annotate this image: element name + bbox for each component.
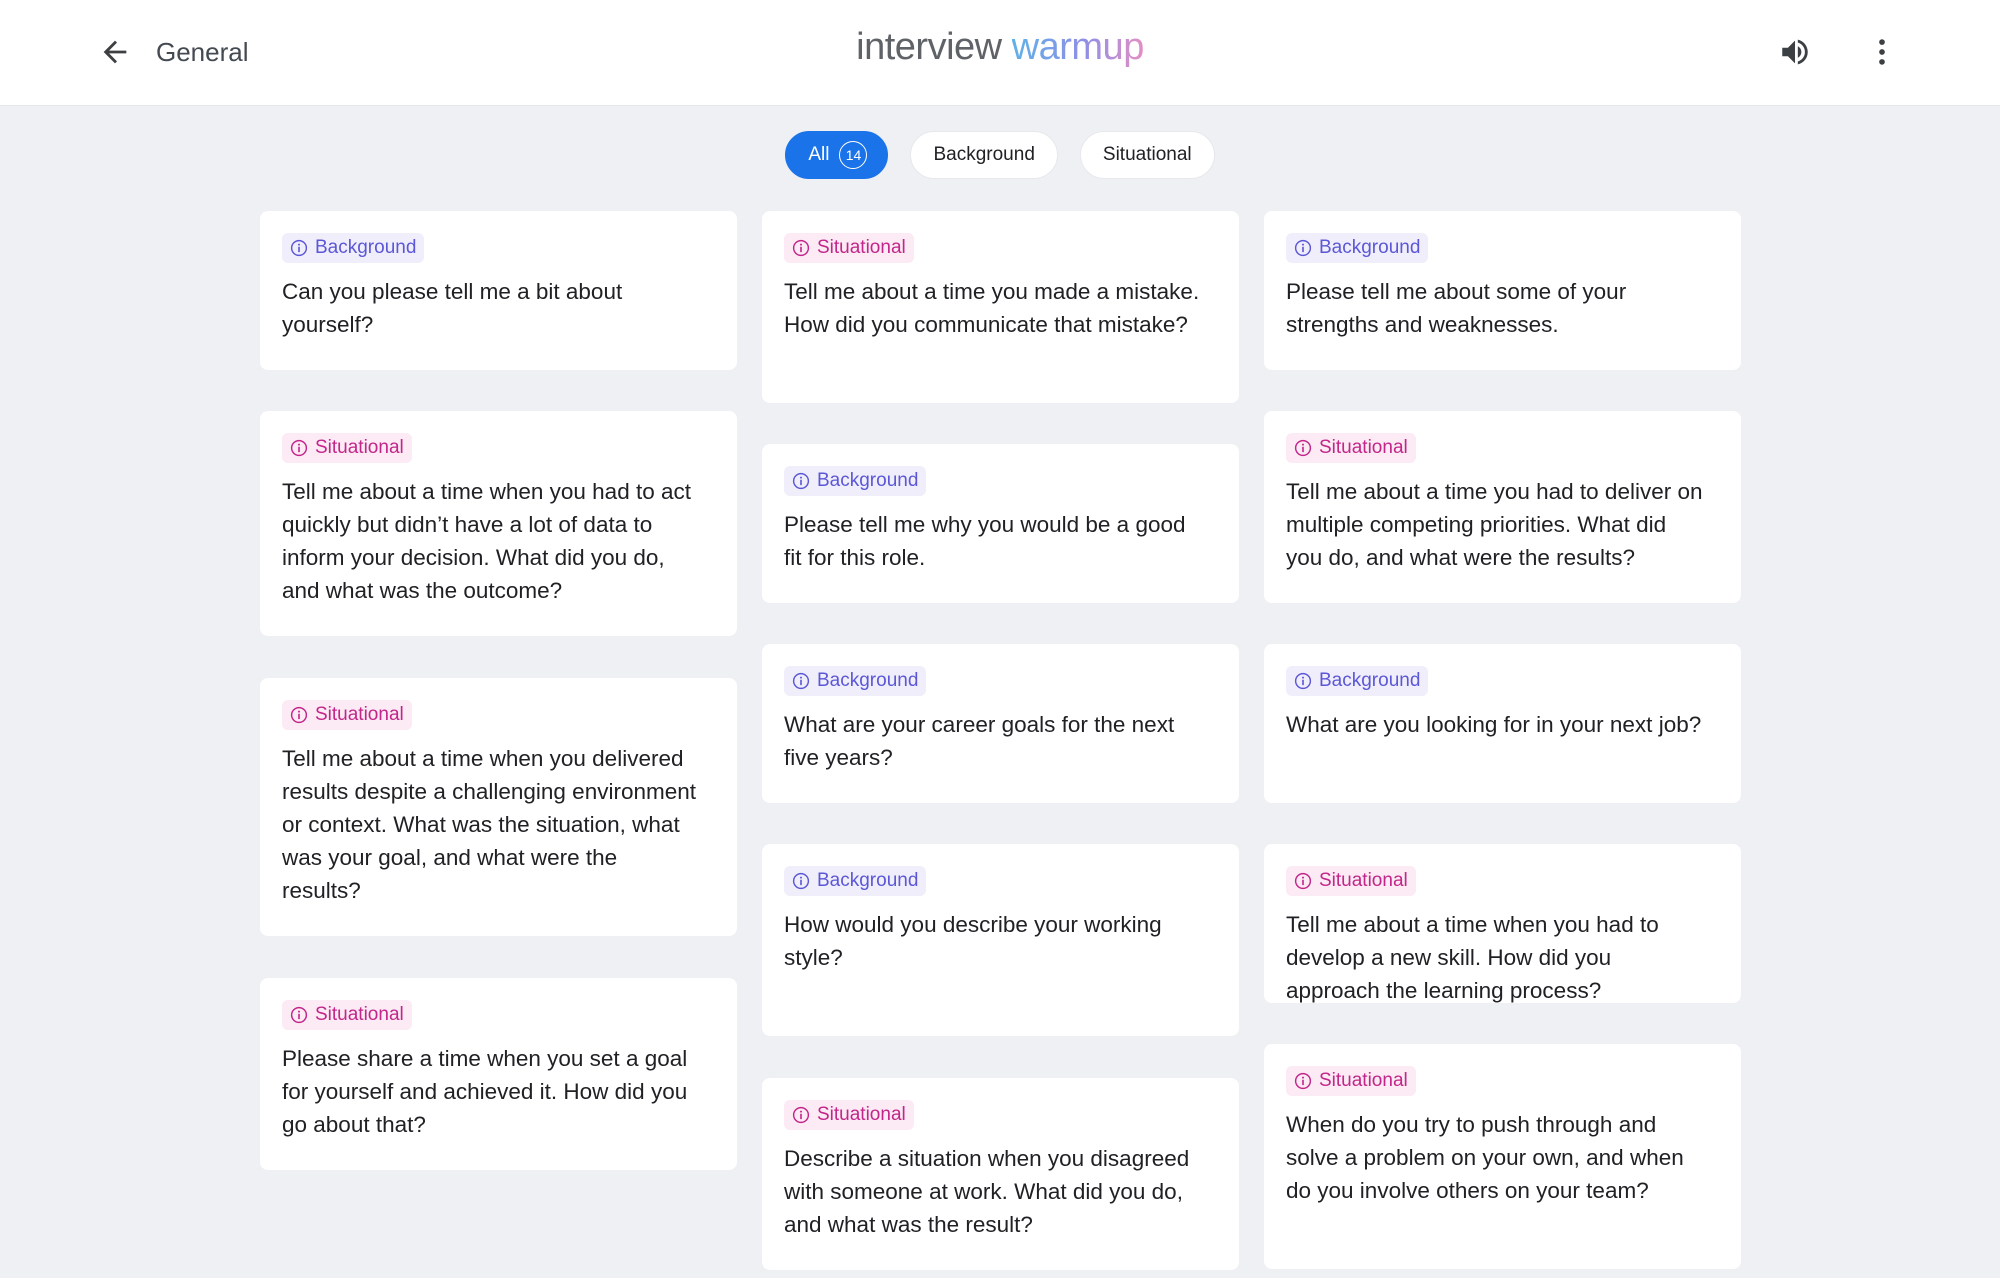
info-icon [792, 672, 810, 690]
question-text: How would you describe your working styl… [784, 912, 1162, 970]
situational-tag: Situational [282, 700, 412, 730]
question-text: Tell me about a time when you had to act… [282, 479, 691, 603]
info-icon [792, 239, 810, 257]
tag-label: Background [817, 670, 919, 691]
question-text: What are your career goals for the next … [784, 712, 1175, 770]
filter-background-chip[interactable]: Background [910, 131, 1058, 179]
question-card[interactable]: Background What are you looking for in yo… [1264, 644, 1741, 803]
tag-label: Situational [1319, 1070, 1408, 1091]
logo-word-interview: interview [856, 26, 1002, 68]
info-icon [1294, 872, 1312, 890]
app-logo: interview warmup [0, 26, 2000, 69]
background-tag: Background [784, 866, 927, 896]
logo-word-warmup: warmup [1011, 26, 1145, 68]
question-card[interactable]: Situational Tell me about a time when you… [260, 411, 737, 636]
question-card[interactable]: Situational Tell me about a time when you… [260, 678, 737, 936]
question-card[interactable]: Situational Describe a situation when you… [762, 1078, 1239, 1270]
info-icon [1294, 1072, 1312, 1090]
background-tag: Background [1286, 666, 1429, 696]
tag-label: Situational [1319, 870, 1408, 891]
background-tag: Background [282, 233, 425, 263]
question-text: Tell me about a time when you had to dev… [1286, 912, 1659, 1003]
question-text: Tell me about a time you had to deliver … [1286, 479, 1703, 570]
tag-label: Background [817, 870, 919, 891]
question-card[interactable]: Background How would you describe your wo… [762, 844, 1239, 1036]
question-card[interactable]: Background Please tell me why you would b… [762, 444, 1239, 603]
question-text: Can you please tell me a bit about yours… [282, 279, 623, 337]
question-card[interactable]: Background Please tell me about some of y… [1264, 211, 1741, 370]
filter-all-chip[interactable]: All 14 [785, 131, 889, 179]
info-icon [792, 872, 810, 890]
tag-label: Background [817, 470, 919, 491]
info-icon [792, 472, 810, 490]
situational-tag: Situational [784, 233, 914, 263]
tag-label: Situational [315, 704, 404, 725]
question-card[interactable]: Background Can you please tell me a bit a… [260, 211, 737, 370]
situational-tag: Situational [1286, 1066, 1416, 1096]
situational-tag: Situational [282, 433, 412, 463]
more-options-button[interactable] [1860, 30, 1904, 74]
app-header: General interview warmup [0, 0, 2000, 106]
question-text: Please tell me about some of your streng… [1286, 279, 1627, 337]
situational-tag: Situational [1286, 433, 1416, 463]
question-text: What are you looking for in your next jo… [1286, 712, 1702, 737]
info-icon [290, 1006, 308, 1024]
question-card[interactable]: Situational Please share a time when you … [260, 978, 737, 1170]
question-card[interactable]: Situational Tell me about a time you made… [762, 211, 1239, 403]
sound-button[interactable] [1773, 30, 1817, 74]
info-icon [792, 1106, 810, 1124]
tag-label: Background [1319, 237, 1421, 258]
question-text: Describe a situation when you disagreed … [784, 1146, 1190, 1237]
tag-label: Situational [1319, 437, 1408, 458]
situational-tag: Situational [1286, 866, 1416, 896]
filter-all-label: All [808, 144, 830, 165]
tag-label: Situational [315, 437, 404, 458]
volume-icon [1782, 39, 1808, 65]
question-text: Please share a time when you set a goal … [282, 1046, 688, 1137]
background-tag: Background [784, 466, 927, 496]
tag-label: Background [1319, 670, 1421, 691]
filter-situational-chip[interactable]: Situational [1079, 131, 1215, 179]
question-text: Please tell me why you would be a good f… [784, 512, 1186, 570]
tag-label: Situational [315, 1004, 404, 1025]
filter-all-count: 14 [839, 141, 868, 169]
situational-tag: Situational [784, 1100, 914, 1130]
info-icon [1294, 439, 1312, 457]
info-icon [1294, 672, 1312, 690]
background-tag: Background [784, 666, 927, 696]
more-vert-icon [1879, 39, 1885, 65]
tag-label: Situational [817, 237, 906, 258]
info-icon [290, 706, 308, 724]
info-icon [1294, 239, 1312, 257]
situational-tag: Situational [282, 1000, 412, 1030]
question-text: Tell me about a time you made a mistake.… [784, 279, 1200, 337]
question-card[interactable]: Situational When do you try to push throu… [1264, 1044, 1741, 1269]
question-card[interactable]: Background What are your career goals for… [762, 644, 1239, 803]
question-card[interactable]: Situational Tell me about a time when you… [1264, 844, 1741, 1003]
tag-label: Background [315, 237, 417, 258]
question-text: Tell me about a time when you delivered … [282, 746, 696, 903]
question-text: When do you try to push through and solv… [1286, 1112, 1684, 1203]
background-tag: Background [1286, 233, 1429, 263]
filter-bar: All 14 Background Situational [0, 131, 2000, 179]
info-icon [290, 439, 308, 457]
tag-label: Situational [817, 1104, 906, 1125]
info-icon [290, 239, 308, 257]
question-card[interactable]: Situational Tell me about a time you had … [1264, 411, 1741, 603]
